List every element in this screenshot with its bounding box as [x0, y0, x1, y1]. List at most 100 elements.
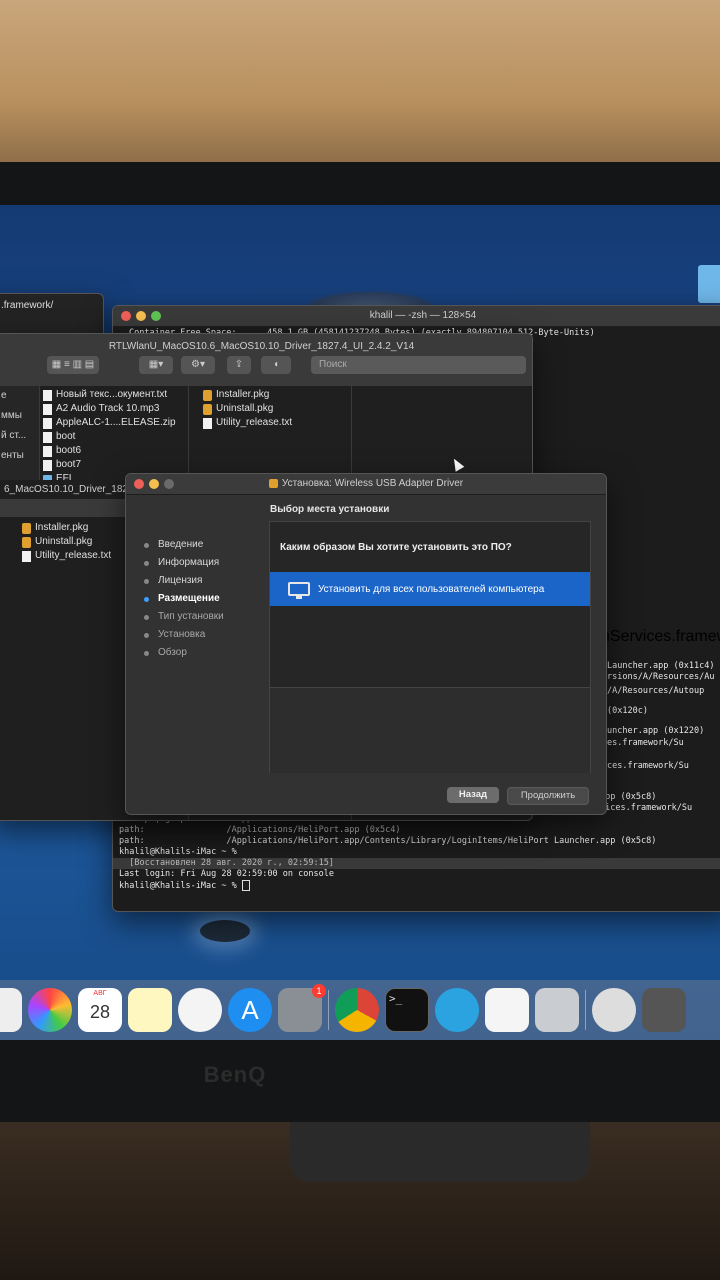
trash-icon[interactable] [642, 988, 686, 1032]
step-item: Тип установки [126, 608, 266, 626]
sidebar-item[interactable]: ммы [0, 406, 39, 426]
file-name: boot [56, 431, 76, 442]
step-item: Информация [126, 554, 266, 572]
file-item[interactable]: Utility_release.txt [20, 549, 140, 563]
terminal-prompt[interactable]: khalil@Khalils-iMac ~ % [113, 880, 720, 892]
file-name: Utility_release.txt [216, 417, 293, 428]
finder-toolbar[interactable]: RTLWlanU_MacOS10.6_MacOS10.10_Driver_182… [0, 334, 532, 387]
terminal-line: es.framework/Su [607, 738, 684, 748]
file-item[interactable]: boot [41, 430, 188, 444]
file-name: Новый текс...окумент.txt [56, 389, 168, 400]
installer-titlebar[interactable]: Установка: Wireless USB Adapter Driver [126, 474, 606, 495]
file-item[interactable]: Installer.pkg [20, 521, 140, 535]
document-icon [43, 389, 52, 401]
back-button[interactable]: Назад [447, 787, 499, 803]
installer-details-area [270, 687, 590, 773]
action-gear-button[interactable]: ⚙▾ [181, 356, 215, 374]
notes-icon[interactable] [128, 988, 172, 1032]
installer-heading: Выбор места установки [270, 504, 390, 515]
monitor-logo: BenQ [203, 1062, 267, 1087]
terminal-line: /A/Resources/Autoup [607, 686, 705, 696]
file-item[interactable]: Uninstall.pkg [201, 402, 351, 416]
step-item: Лицензия [126, 572, 266, 590]
zoom-button[interactable] [151, 311, 161, 321]
finder-mid-toolbar[interactable] [0, 499, 140, 517]
wall-background [0, 0, 720, 170]
dock: АВГ 28 A 1 >_ [0, 980, 720, 1040]
view-mode-buttons[interactable]: ▦ ≡ ▥ ▤ [47, 356, 99, 374]
file-item[interactable]: A2 Audio Track 10.mp3 [41, 402, 188, 416]
share-button[interactable]: ⇪ [227, 356, 251, 374]
close-button[interactable] [121, 311, 131, 321]
file-name: boot7 [56, 459, 82, 470]
window-controls [121, 311, 161, 321]
file-item[interactable]: AppleALC-1....ELEASE.zip [41, 416, 188, 430]
tag-button[interactable]: ◖ [261, 356, 291, 374]
app-icon[interactable] [0, 988, 22, 1032]
file-name: Installer.pkg [216, 389, 270, 400]
package-icon [22, 536, 31, 548]
zoom-button[interactable] [164, 479, 174, 489]
document-icon [43, 403, 52, 415]
package-icon [203, 403, 212, 415]
file-item[interactable]: Uninstall.pkg [20, 535, 140, 549]
install-for-all-users-option[interactable]: Установить для всех пользователей компью… [270, 572, 590, 606]
installer-steps: Введение Информация Лицензия Размещение … [126, 494, 266, 814]
package-icon [203, 389, 212, 401]
chrome-icon[interactable] [335, 988, 379, 1032]
search-input[interactable]: Поиск [311, 356, 526, 374]
terminal-prompt-text: khalil@Khalils-iMac ~ % [119, 881, 242, 891]
sidebar-item[interactable]: енты [0, 446, 39, 466]
calendar-day: 28 [89, 1002, 111, 1022]
close-button[interactable] [134, 479, 144, 489]
notification-badge: 1 [312, 984, 326, 998]
monitor-stand [290, 1122, 590, 1182]
finder-back-path: .framework/ [1, 300, 54, 311]
file-item[interactable]: boot7 [41, 458, 188, 472]
app-store-icon[interactable]: A [228, 988, 272, 1032]
document-icon [43, 431, 52, 443]
terminal-restored-banner: [Восстановлен 28 авг. 2020 г., 02:59:15] [113, 858, 720, 869]
terminal-line: uncher.app (0x1220) [607, 726, 705, 736]
minimize-button[interactable] [149, 479, 159, 489]
calendar-icon[interactable]: АВГ 28 [78, 988, 122, 1032]
terminal-line: ces.framework/Su [607, 761, 689, 771]
photos-icon[interactable] [28, 988, 72, 1032]
terminal-last-login: Last login: Fri Aug 28 02:59:00 on conso… [119, 869, 334, 879]
music-icon[interactable] [178, 988, 222, 1032]
file-name: Utility_release.txt [35, 550, 112, 561]
minimize-button[interactable] [136, 311, 146, 321]
terminal-icon[interactable]: >_ [385, 988, 429, 1032]
file-item[interactable]: Новый текс...окумент.txt [41, 388, 188, 402]
disk-utility-icon[interactable] [535, 988, 579, 1032]
sidebar-item[interactable]: й ст... [0, 426, 39, 446]
dock-separator [328, 990, 329, 1030]
desktop-folder-icon[interactable] [698, 265, 720, 303]
installer-title: Установка: Wireless USB Adapter Driver [281, 478, 464, 489]
window-controls [134, 479, 174, 489]
textedit-icon[interactable] [485, 988, 529, 1032]
installer-window[interactable]: Установка: Wireless USB Adapter Driver В… [125, 473, 607, 815]
file-name: boot6 [56, 445, 82, 456]
continue-button[interactable]: Продолжить [507, 787, 589, 805]
package-icon [22, 522, 31, 534]
document-icon [43, 459, 52, 471]
terminal-line: rsions/A/Resources/Au [607, 672, 715, 682]
file-item[interactable]: Installer.pkg [201, 388, 351, 402]
finder-window-mid[interactable]: 6_MacOS10.10_Driver_182 Installer.pkg Un… [0, 480, 140, 820]
finder-title: RTLWlanU_MacOS10.6_MacOS10.10_Driver_182… [108, 341, 415, 352]
terminal-line: path: /Applications/HeliPort.app (0x5c4) [119, 825, 401, 835]
system-preferences-icon[interactable]: 1 [278, 984, 326, 1032]
downloads-icon[interactable] [592, 988, 636, 1032]
text-cursor [241, 880, 250, 891]
terminal-titlebar[interactable]: khalil — -zsh — 128×54 [113, 306, 720, 327]
group-button[interactable]: ▦▾ [139, 356, 173, 374]
package-icon [268, 478, 278, 488]
file-name: A2 Audio Track 10.mp3 [56, 403, 160, 414]
telegram-icon[interactable] [435, 988, 479, 1032]
file-item[interactable]: boot6 [41, 444, 188, 458]
step-item: Установка [126, 626, 266, 644]
sidebar-item[interactable]: е [0, 386, 39, 406]
file-item[interactable]: Utility_release.txt [201, 416, 351, 430]
terminal-line: hServices.framework/Su [601, 628, 720, 645]
